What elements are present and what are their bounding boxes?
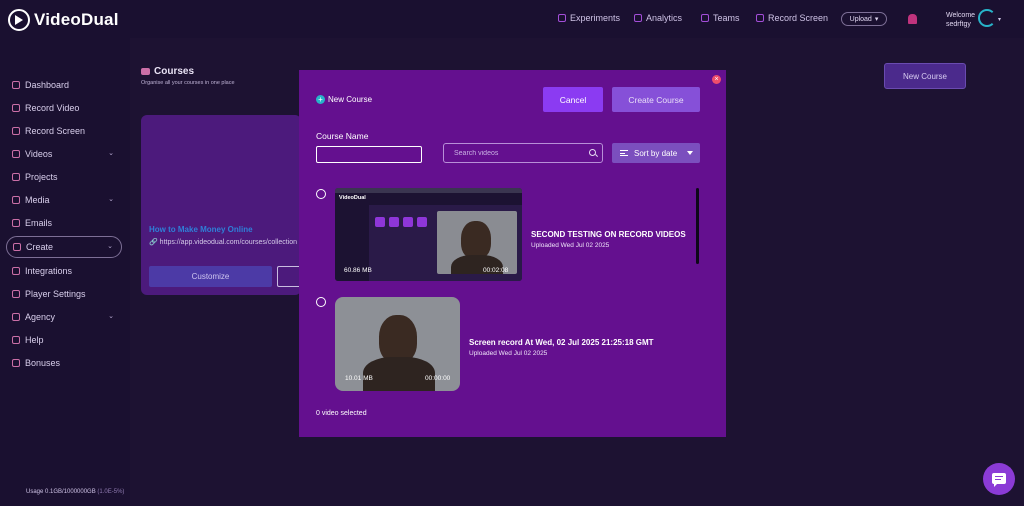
- video-icon: [12, 104, 20, 112]
- card-secondary-button[interactable]: [277, 266, 301, 287]
- course-card-url[interactable]: 🔗 https://app.videodual.com/courses/coll…: [149, 238, 299, 246]
- page-subtitle: Organise all your courses in one place: [141, 80, 235, 86]
- app-logo[interactable]: VideoDual: [8, 9, 119, 31]
- video-list-scrollbar[interactable]: [696, 188, 699, 264]
- chevron-down-icon[interactable]: ▾: [998, 16, 1001, 23]
- sidebar-item-agency[interactable]: Agency ⌄: [6, 307, 122, 327]
- app-name: VideoDual: [34, 10, 119, 29]
- chevron-down-icon: ⌄: [107, 243, 113, 250]
- thumbnail-logo: VideoDual: [339, 195, 366, 201]
- courses-header: Courses Organise all your courses in one…: [141, 66, 235, 86]
- courses-icon: [141, 68, 150, 75]
- media-icon: [12, 196, 20, 204]
- avatar[interactable]: [978, 9, 996, 27]
- link-icon: 🔗: [149, 239, 158, 246]
- course-name-label: Course Name: [316, 131, 369, 141]
- sidebar-item-dashboard[interactable]: Dashboard: [6, 75, 122, 95]
- nav-experiments[interactable]: Experiments: [558, 13, 620, 23]
- thumbnail-tiles: [375, 217, 427, 227]
- sidebar-item-media[interactable]: Media ⌄: [6, 190, 122, 210]
- new-course-button[interactable]: New Course: [884, 63, 966, 89]
- team-icon: [701, 14, 709, 22]
- chevron-down-icon: ⌄: [108, 313, 114, 320]
- help-icon: [12, 336, 20, 344]
- cancel-button[interactable]: Cancel: [543, 87, 603, 112]
- customize-button[interactable]: Customize: [149, 266, 272, 287]
- chat-button[interactable]: [983, 463, 1015, 495]
- sidebar-item-create[interactable]: Create ⌄: [6, 236, 122, 258]
- sidebar-item-emails[interactable]: Emails: [6, 213, 122, 233]
- logo-play-icon: [8, 9, 30, 31]
- nav-record-screen[interactable]: Record Screen: [756, 13, 828, 23]
- gift-icon: [12, 359, 20, 367]
- folder-icon: [12, 173, 20, 181]
- gear-icon: [12, 290, 20, 298]
- upload-button[interactable]: Upload ▾: [841, 12, 887, 26]
- modal-title: + New Course: [316, 95, 372, 104]
- create-icon: [13, 243, 21, 251]
- video-size: 10.01 MB: [345, 375, 373, 382]
- chevron-down-icon: ⌄: [108, 196, 114, 203]
- selected-count: 0 video selected: [316, 410, 367, 417]
- search-icon[interactable]: [589, 149, 596, 156]
- video-duration: 00:02:08: [483, 267, 509, 274]
- video-title: SECOND TESTING ON RECORD VIDEOS: [531, 230, 686, 239]
- screen-icon: [12, 127, 20, 135]
- sidebar-item-record-screen[interactable]: Record Screen: [6, 121, 122, 141]
- integrations-icon: [12, 267, 20, 275]
- nav-analytics[interactable]: Analytics: [634, 13, 682, 23]
- page-title: Courses: [141, 66, 235, 77]
- search-input[interactable]: [443, 143, 603, 163]
- video-size: 60.86 MB: [344, 267, 372, 274]
- nav-teams[interactable]: Teams: [701, 13, 740, 23]
- course-name-input[interactable]: [316, 146, 422, 163]
- mail-icon: [12, 219, 20, 227]
- flask-icon: [558, 14, 566, 22]
- video-duration: 00:00:00: [425, 375, 451, 382]
- sort-icon: [620, 150, 628, 156]
- create-course-button[interactable]: Create Course: [612, 87, 700, 112]
- chevron-down-icon: ⌄: [108, 150, 114, 157]
- dashboard-icon: [12, 81, 20, 89]
- sort-dropdown[interactable]: Sort by date: [612, 143, 700, 163]
- video-select-radio[interactable]: [316, 189, 326, 199]
- videos-icon: [12, 150, 20, 158]
- bell-icon[interactable]: [908, 14, 917, 24]
- user-greeting: Welcome sedrftgy: [946, 12, 976, 28]
- sidebar-item-integrations[interactable]: Integrations: [6, 261, 122, 281]
- record-icon: [756, 14, 764, 22]
- video-upload-date: Uploaded Wed Jul 02 2025: [531, 242, 610, 249]
- sidebar-item-videos[interactable]: Videos ⌄: [6, 144, 122, 164]
- sidebar-item-help[interactable]: Help: [6, 330, 122, 350]
- sidebar-item-projects[interactable]: Projects: [6, 167, 122, 187]
- agency-icon: [12, 313, 20, 321]
- sidebar-item-player-settings[interactable]: Player Settings: [6, 284, 122, 304]
- sidebar-item-bonuses[interactable]: Bonuses: [6, 353, 122, 373]
- plus-icon: +: [316, 95, 325, 104]
- video-select-radio[interactable]: [316, 297, 326, 307]
- storage-usage: Usage 0.1GB/1000000GB (1.0E-5%): [26, 489, 125, 495]
- chevron-down-icon: ▾: [874, 16, 879, 23]
- video-title: Screen record At Wed, 02 Jul 2025 21:25:…: [469, 338, 654, 347]
- webcam-preview: [437, 211, 517, 274]
- video-upload-date: Uploaded Wed Jul 02 2025: [469, 350, 548, 357]
- course-card-title[interactable]: How to Make Money Online: [149, 225, 253, 234]
- top-bar: VideoDual Experiments Analytics Teams Re…: [0, 0, 1024, 38]
- close-icon[interactable]: ×: [712, 75, 721, 84]
- sidebar-item-record-video[interactable]: Record Video: [6, 98, 122, 118]
- chart-icon: [634, 14, 642, 22]
- caret-down-icon: [687, 151, 694, 155]
